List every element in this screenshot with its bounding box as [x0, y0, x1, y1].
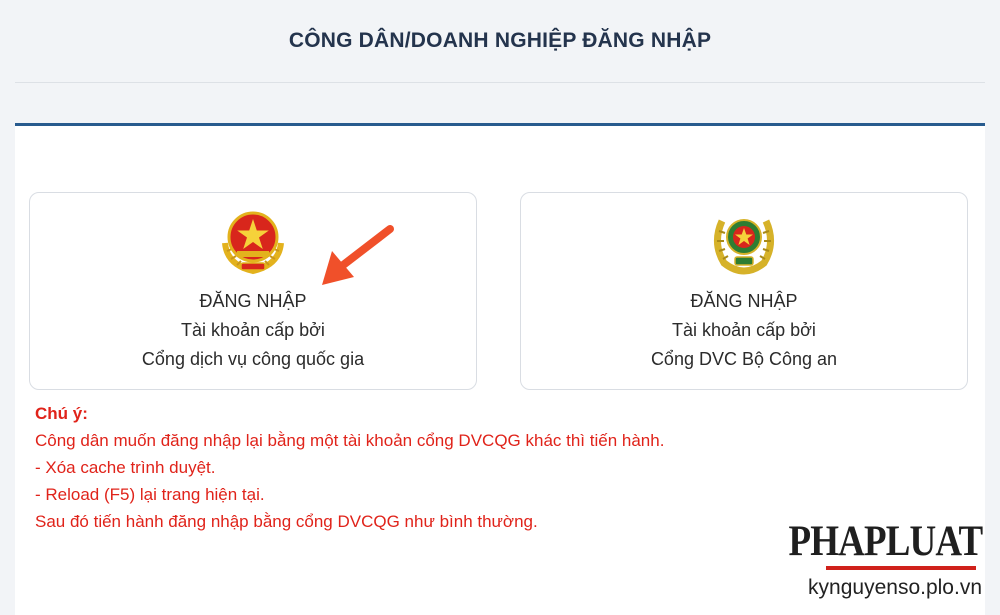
red-arrow-icon	[322, 225, 394, 285]
notice-line: Công dân muốn đăng nhập lại bằng một tài…	[35, 431, 665, 450]
page-title: CÔNG DÂN/DOANH NGHIỆP ĐĂNG NHẬP	[288, 29, 712, 52]
notice-line: - Reload (F5) lại trang hiện tại.	[35, 485, 265, 504]
watermark-url: kynguyenso.plo.vn	[808, 576, 982, 599]
notice-title: Chú ý:	[35, 404, 88, 423]
police-emblem-icon	[714, 219, 774, 275]
page-header: CÔNG DÂN/DOANH NGHIỆP ĐĂNG NHẬP	[15, 0, 985, 83]
card-heading: ĐĂNG NHẬP	[199, 291, 307, 311]
watermark-divider	[826, 566, 976, 570]
card-provider: Cổng DVC Bộ Công an	[650, 349, 838, 369]
notice-line: - Xóa cache trình duyệt.	[35, 458, 216, 477]
national-emblem-icon	[222, 211, 284, 275]
login-card-dvcqg[interactable]: ĐĂNG NHẬP Tài khoản cấp bởi Cổng dịch vụ…	[29, 192, 477, 390]
card-heading: ĐĂNG NHẬP	[690, 291, 798, 311]
card-subtitle: Tài khoản cấp bởi	[672, 320, 816, 340]
card-provider: Cổng dịch vụ công quốc gia	[141, 349, 365, 369]
watermark: PHAPLUAT kynguyenso.plo.vn	[788, 518, 983, 608]
notice-line: Sau đó tiến hành đăng nhập bằng cổng DVC…	[35, 512, 538, 531]
notice-block: Chú ý: Công dân muốn đăng nhập lại bằng …	[35, 400, 664, 535]
login-card-bca[interactable]: ĐĂNG NHẬP Tài khoản cấp bởi Cổng DVC Bộ …	[520, 192, 968, 390]
watermark-logo: PHAPLUAT	[788, 518, 983, 565]
card-subtitle: Tài khoản cấp bởi	[181, 320, 325, 340]
